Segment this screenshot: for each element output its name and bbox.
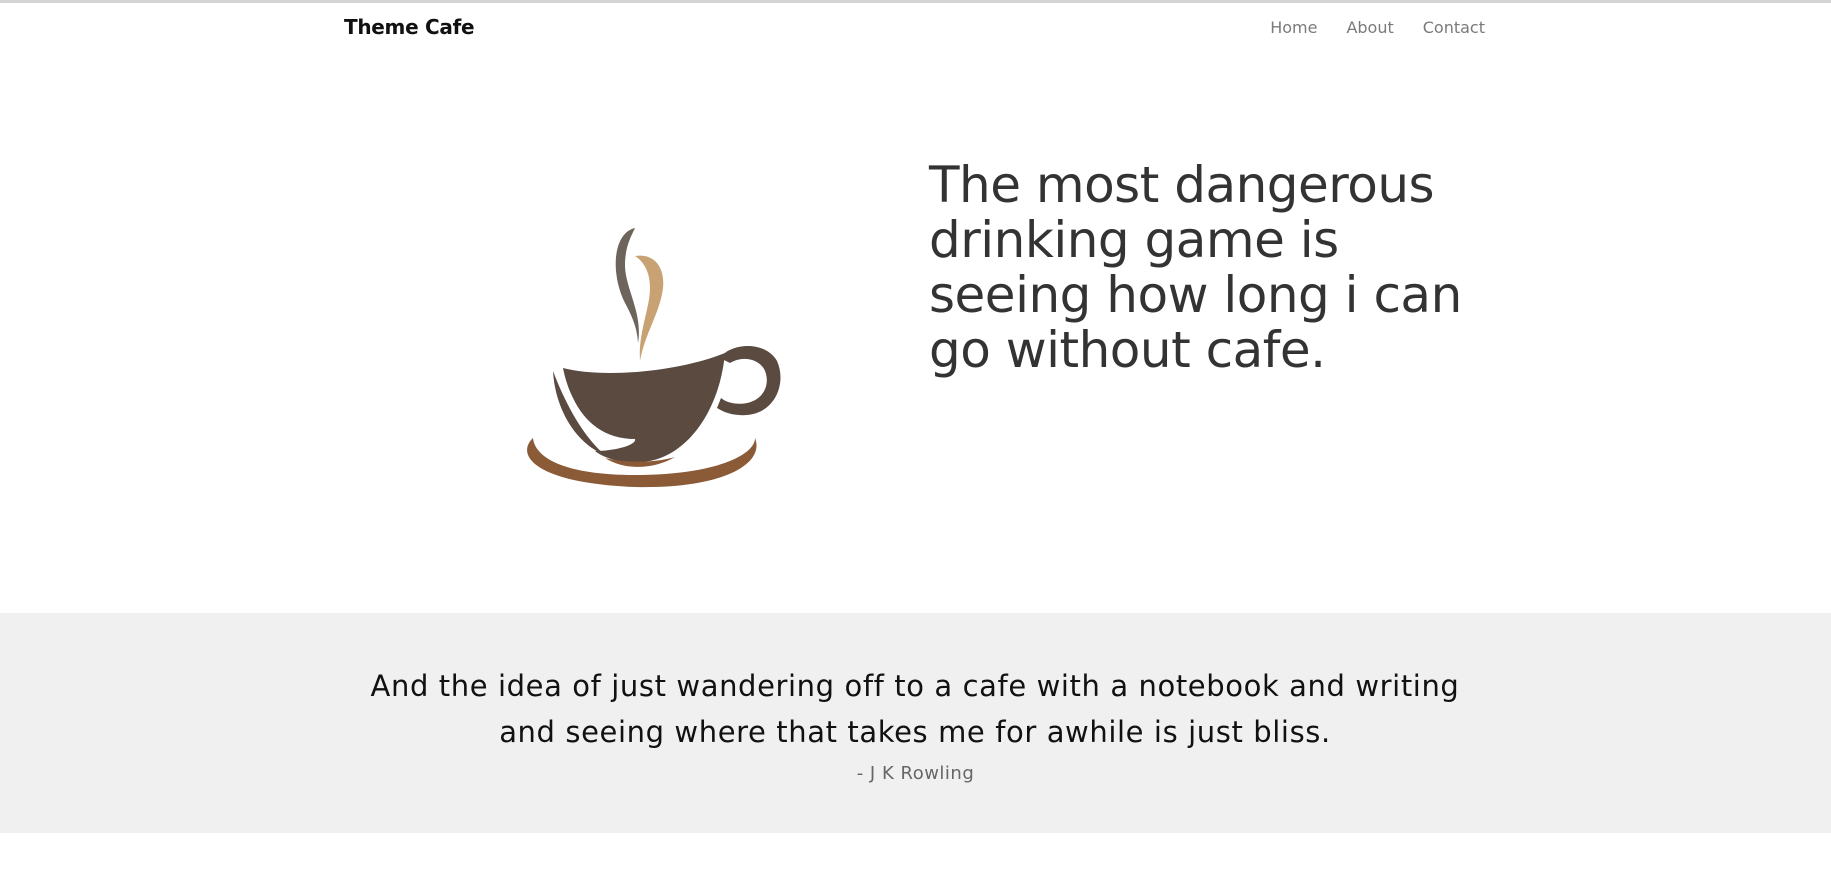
- nav-link-home[interactable]: Home: [1270, 18, 1317, 37]
- cup-handle-shape: [717, 346, 781, 416]
- nav-links: Home About Contact: [1270, 18, 1485, 37]
- nav-link-about[interactable]: About: [1346, 18, 1393, 37]
- hero-section: The most dangerous drinking game is seei…: [0, 53, 1831, 613]
- steam-light-shape: [635, 255, 664, 361]
- brand-link[interactable]: Theme Cafe: [344, 15, 475, 39]
- cup-body-shape: [563, 353, 725, 463]
- nav-link-contact[interactable]: Contact: [1423, 18, 1485, 37]
- quote-section: And the idea of just wandering off to a …: [0, 613, 1831, 833]
- coffee-cup-icon: [527, 228, 781, 488]
- steam-dark-shape: [615, 228, 639, 343]
- quote-author: - J K Rowling: [856, 763, 975, 784]
- hero-heading: The most dangerous drinking game is seei…: [929, 156, 1462, 379]
- quote-text: And the idea of just wandering off to a …: [370, 669, 1460, 749]
- navbar: Theme Cafe Home About Contact: [0, 3, 1831, 53]
